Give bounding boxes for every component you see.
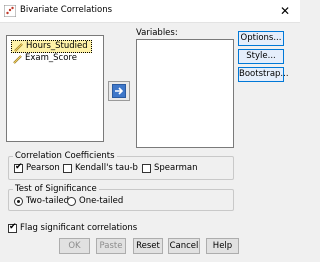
style-button[interactable]: Style... <box>238 49 284 64</box>
one-tailed-radio[interactable] <box>67 197 76 206</box>
spearman-checkbox[interactable] <box>142 164 151 173</box>
variables-list[interactable] <box>136 39 234 148</box>
options-button[interactable]: Options... <box>238 31 284 46</box>
flag-significant-checkbox[interactable] <box>8 222 17 233</box>
scale-variable-icon <box>14 43 23 52</box>
list-item[interactable]: Exam_Score <box>11 53 80 64</box>
pearson-checkbox[interactable] <box>14 162 23 173</box>
pearson-label: Pearson <box>26 163 60 173</box>
one-tailed-label: One-tailed <box>79 196 124 206</box>
list-item-label: Hours_Studied <box>26 41 88 51</box>
variables-label: Variables: <box>136 28 178 38</box>
help-button[interactable]: Help <box>206 238 239 254</box>
flag-significant-label: Flag significant correlations <box>20 223 138 233</box>
two-tailed-radio[interactable] <box>14 197 23 206</box>
ok-button[interactable]: OK <box>59 238 90 254</box>
kendall-checkbox[interactable] <box>63 164 72 173</box>
paste-button[interactable]: Paste <box>96 238 126 254</box>
window-title: Bivariate Correlations <box>20 5 113 15</box>
cancel-button[interactable]: Cancel <box>168 238 200 254</box>
scale-variable-icon <box>13 55 22 64</box>
kendall-label: Kendall's tau-b <box>75 163 138 173</box>
bootstrap-button[interactable]: Bootstrap... <box>238 67 289 82</box>
arrow-right-icon <box>112 84 126 98</box>
spss-app-icon <box>4 5 16 17</box>
list-item[interactable]: Hours_Studied <box>11 40 92 53</box>
title-bar: Bivariate Correlations ✕ <box>0 0 300 23</box>
close-icon[interactable]: ✕ <box>270 0 300 22</box>
group-legend: Test of Significance <box>13 184 99 194</box>
bivariate-correlations-dialog: Bivariate Correlations ✕ Hours_Studied E… <box>0 0 300 262</box>
two-tailed-label: Two-tailed <box>26 196 70 206</box>
move-to-variables-button[interactable] <box>108 81 130 101</box>
reset-button[interactable]: Reset <box>133 238 163 254</box>
list-item-label: Exam_Score <box>25 53 77 63</box>
source-variable-list[interactable]: Hours_Studied Exam_Score <box>6 35 104 142</box>
group-legend: Correlation Coefficients <box>13 151 117 161</box>
spearman-label: Spearman <box>154 163 198 173</box>
